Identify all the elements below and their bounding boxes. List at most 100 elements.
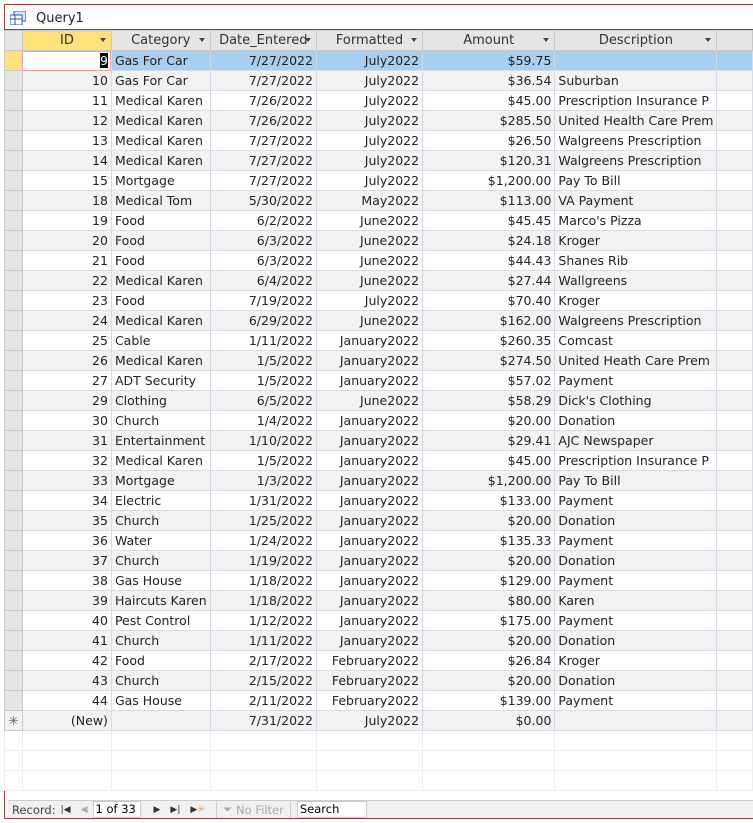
cell-id[interactable]: 40 — [21, 610, 112, 631]
cell-id[interactable]: 34 — [21, 490, 112, 511]
cell-description[interactable]: Kroger — [554, 290, 718, 311]
table-row[interactable]: 14 Medical Karen 7/27/2022 July2022 $120.31 W… — [4, 150, 753, 171]
row-selector[interactable] — [4, 510, 23, 531]
table-row[interactable]: 26 Medical Karen 1/5/2022 January2022 $274.5… — [4, 350, 753, 371]
cell-id[interactable]: 30 — [21, 410, 112, 431]
cell-formatted[interactable]: June2022 — [315, 310, 424, 331]
cell-category[interactable]: Medical Karen — [110, 350, 211, 371]
cell-formatted[interactable]: January2022 — [315, 430, 424, 451]
cell-category[interactable]: Food — [110, 650, 211, 671]
cell-id[interactable]: 14 — [21, 150, 112, 171]
cell-date-entered[interactable]: 7/27/2022 — [209, 130, 317, 151]
cell-category[interactable]: Medical Karen — [110, 450, 211, 471]
table-row[interactable]: 38 Gas House 1/18/2022 January2022 $129.00 Pa… — [4, 570, 753, 591]
cell-id[interactable]: 38 — [21, 570, 112, 591]
cell-id[interactable]: 41 — [21, 630, 112, 651]
cell-date-entered[interactable]: 1/25/2022 — [209, 510, 317, 531]
cell-formatted[interactable]: January2022 — [315, 470, 424, 491]
cell-id[interactable]: 23 — [21, 290, 112, 311]
cell-category[interactable]: Food — [110, 210, 211, 231]
dropdown-arrow-icon[interactable] — [705, 38, 712, 42]
cell-date-entered[interactable]: 6/3/2022 — [209, 230, 317, 251]
row-selector[interactable] — [4, 650, 23, 671]
cell-formatted[interactable]: January2022 — [315, 350, 424, 371]
table-row[interactable]: 35 Church 1/25/2022 January2022 $20.00 Donati… — [4, 510, 753, 531]
cell-formatted[interactable]: July2022 — [315, 130, 424, 151]
cell-category[interactable]: Medical Karen — [110, 130, 211, 151]
table-row[interactable]: 40 Pest Control 1/12/2022 January2022 $175.0… — [4, 610, 753, 631]
cell-amount[interactable]: $26.84 — [422, 650, 556, 671]
row-selector[interactable] — [4, 530, 23, 551]
row-selector[interactable] — [4, 50, 23, 71]
cell-amount[interactable]: $26.50 — [422, 130, 556, 151]
row-selector[interactable] — [4, 430, 23, 451]
cell-id[interactable]: 27 — [21, 370, 112, 391]
cell-date-entered[interactable]: 1/11/2022 — [209, 630, 317, 651]
cell-category[interactable]: Medical Karen — [110, 270, 211, 291]
row-selector[interactable] — [4, 250, 23, 271]
table-row[interactable]: 36 Water 1/24/2022 January2022 $135.33 Paymen… — [4, 530, 753, 551]
cell-category[interactable]: Gas For Car — [110, 70, 211, 91]
row-selector[interactable] — [4, 310, 23, 331]
cell-amount[interactable]: $285.50 — [422, 110, 556, 131]
cell-formatted[interactable]: January2022 — [315, 610, 424, 631]
no-filter-button[interactable]: No Filter — [236, 803, 284, 817]
cell-id[interactable]: 37 — [21, 550, 112, 571]
cell-id[interactable]: 21 — [21, 250, 112, 271]
cell-description[interactable]: Dick's Clothing — [554, 390, 718, 411]
table-row[interactable]: 10 Gas For Car 7/27/2022 July2022 $36.54 Subu… — [4, 70, 753, 91]
cell-date-entered[interactable]: 7/26/2022 — [209, 90, 317, 111]
cell-formatted[interactable]: January2022 — [315, 550, 424, 571]
cell-description[interactable]: Donation — [554, 550, 718, 571]
cell-date-entered[interactable]: 1/3/2022 — [209, 470, 317, 491]
row-selector[interactable] — [4, 450, 23, 471]
table-row[interactable]: 13 Medical Karen 7/27/2022 July2022 $26.50 Wa… — [4, 130, 753, 151]
cell-description[interactable]: Donation — [554, 670, 718, 691]
cell-date-entered[interactable]: 1/31/2022 — [209, 490, 317, 511]
cell-id[interactable]: 26 — [21, 350, 112, 371]
cell-description[interactable]: Pay To Bill — [554, 170, 718, 191]
cell-description[interactable]: Payment — [554, 490, 718, 511]
cell-amount[interactable]: $274.50 — [422, 350, 556, 371]
cell-category[interactable]: Medical Karen — [110, 310, 211, 331]
cell-amount[interactable]: $113.00 — [422, 190, 556, 211]
cell-description[interactable]: Shanes Rib — [554, 250, 718, 271]
cell-id[interactable]: 43 — [21, 670, 112, 691]
cell-amount[interactable]: $120.31 — [422, 150, 556, 171]
cell-description[interactable]: Payment — [554, 610, 718, 631]
row-selector[interactable] — [4, 370, 23, 391]
cell-amount[interactable]: $70.40 — [422, 290, 556, 311]
cell-amount[interactable]: $59.75 — [422, 50, 556, 71]
row-selector[interactable] — [4, 70, 23, 91]
cell-category[interactable]: Electric — [110, 490, 211, 511]
cell-description[interactable]: Walgreens Prescription — [554, 310, 718, 331]
cell-amount[interactable]: $58.29 — [422, 390, 556, 411]
cell-date-entered[interactable]: 2/11/2022 — [209, 690, 317, 711]
cell-amount[interactable]: $27.44 — [422, 270, 556, 291]
cell-category[interactable]: Food — [110, 290, 211, 311]
column-header-category[interactable]: Category — [110, 30, 211, 51]
cell-id[interactable]: 32 — [21, 450, 112, 471]
cell-formatted[interactable]: July2022 — [315, 710, 424, 731]
cell-date-entered[interactable]: 7/31/2022 — [209, 710, 317, 731]
table-row[interactable]: 15 Mortgage 7/27/2022 July2022 $1,200.00 Pay … — [4, 170, 753, 191]
row-selector[interactable] — [4, 670, 23, 691]
cell-formatted[interactable]: July2022 — [315, 90, 424, 111]
search-input[interactable]: Search — [296, 801, 367, 818]
cell-description[interactable]: Pay To Bill — [554, 470, 718, 491]
cell-id[interactable]: 9 — [21, 50, 112, 71]
cell-category[interactable]: Medical Karen — [110, 90, 211, 111]
cell-amount[interactable]: $20.00 — [422, 510, 556, 531]
cell-amount[interactable]: $80.00 — [422, 590, 556, 611]
table-row[interactable]: 31 Entertainment 1/10/2022 January2022 $29.4… — [4, 430, 753, 451]
cell-id[interactable]: 31 — [21, 430, 112, 451]
cell-amount[interactable]: $162.00 — [422, 310, 556, 331]
cell-amount[interactable]: $45.00 — [422, 450, 556, 471]
cell-description[interactable]: VA Payment — [554, 190, 718, 211]
row-selector[interactable] — [4, 410, 23, 431]
cell-description[interactable]: Marco's Pizza — [554, 210, 718, 231]
cell-formatted[interactable]: June2022 — [315, 250, 424, 271]
table-row[interactable]: 18 Medical Tom 5/30/2022 May2022 $113.00 VA P… — [4, 190, 753, 211]
cell-category[interactable]: Church — [110, 410, 211, 431]
select-all-corner[interactable] — [4, 30, 23, 51]
